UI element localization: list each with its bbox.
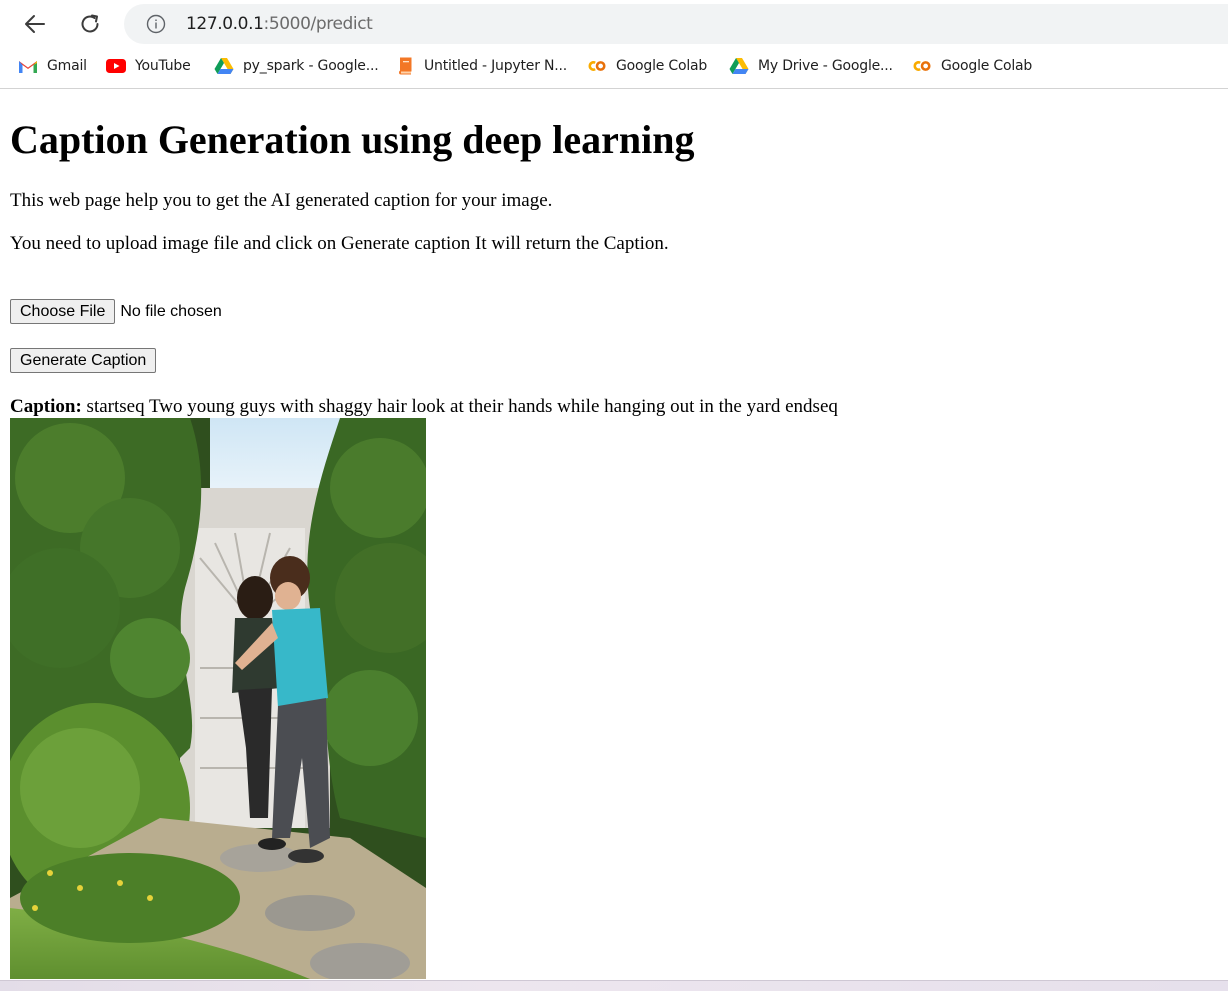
bookmark-py-spark[interactable]: py_spark - Google... [214,53,379,79]
address-bar[interactable]: 127.0.0.1:5000/predict [124,4,1228,44]
bookmark-label: My Drive - Google... [758,58,893,74]
caption-label: Caption: [10,396,82,417]
bookmark-label: YouTube [135,58,191,74]
reload-button[interactable] [73,8,107,40]
url-path: :5000/predict [263,14,373,34]
browser-toolbar: 127.0.0.1:5000/predict Gmail YouTube py_… [0,0,1228,89]
bookmark-label: Google Colab [616,58,708,74]
page-title: Caption Generation using deep learning [10,117,695,162]
caption-text: startseq Two young guys with shaggy hair… [86,396,838,417]
back-button[interactable] [18,8,52,40]
bookmark-label: Gmail [47,58,87,74]
bookmark-colab[interactable]: Google Colab [587,53,707,79]
bookmark-gmail[interactable]: Gmail [18,53,87,79]
generate-caption-button[interactable]: Generate Caption [10,348,157,373]
youtube-icon [106,57,126,75]
colab-icon [587,57,607,75]
colab-icon [912,57,932,75]
bookmark-label: Google Colab [941,58,1033,74]
bookmark-colab-2[interactable]: Google Colab [912,53,1032,79]
bookmark-label: Untitled - Jupyter N... [424,58,568,74]
file-status-text: No file chosen [120,302,222,320]
bookmark-label: py_spark - Google... [243,58,379,74]
bookmark-jupyter[interactable]: Untitled - Jupyter N... [395,53,567,79]
url-host: 127.0.0.1 [186,14,264,34]
choose-file-button[interactable]: Choose File [10,299,116,324]
instructions-paragraph: You need to upload image file and click … [10,233,669,254]
os-taskbar-edge [0,980,1228,991]
reload-icon [81,14,99,33]
url-text[interactable]: 127.0.0.1:5000/predict [186,14,373,34]
site-info-icon[interactable] [146,14,166,34]
intro-paragraph: This web page help you to get the AI gen… [10,190,553,211]
gmail-icon [18,57,38,75]
google-drive-icon [729,57,749,75]
uploaded-photo [10,418,426,979]
google-drive-icon [214,57,234,75]
jupyter-book-icon [395,57,415,75]
arrow-left-icon [25,15,45,33]
caption-result: Caption: startseq Two young guys with sh… [10,395,838,419]
file-input[interactable]: Choose File No file chosen [10,299,222,324]
bookmark-youtube[interactable]: YouTube [106,53,191,79]
bookmark-my-drive[interactable]: My Drive - Google... [729,53,893,79]
bookmarks-bar: Gmail YouTube py_spark - Google... Untit… [0,53,1228,79]
